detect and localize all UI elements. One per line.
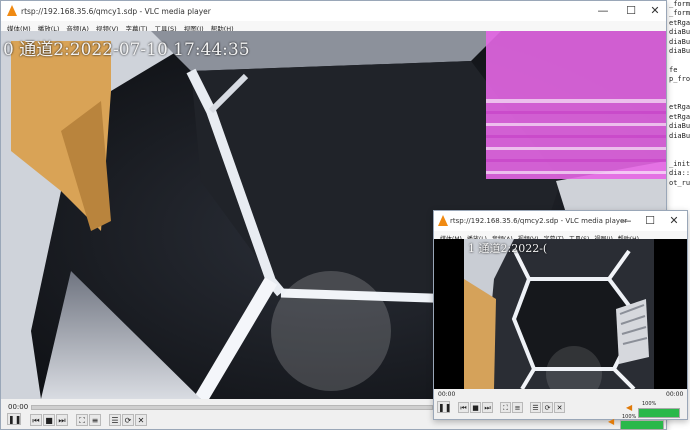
- play-pause-button[interactable]: ❚❚: [7, 413, 21, 425]
- editor-line: diaBuffe: [669, 122, 690, 131]
- editor-line: _format: [669, 0, 690, 8]
- loop-button[interactable]: ⟳: [122, 414, 134, 426]
- editor-line: diaBuffe: [669, 47, 690, 56]
- maximize-button[interactable]: ☐: [638, 211, 662, 231]
- editor-line: fe: [669, 65, 678, 74]
- editor-line: dia::get: [669, 169, 690, 178]
- window-title: rtsp://192.168.35.6/qmcy1.sdp - VLC medi…: [21, 7, 211, 16]
- editor-line: diaBuffe: [669, 37, 690, 46]
- title-bar[interactable]: rtsp://192.168.35.6/qmcy1.sdp - VLC medi…: [1, 1, 666, 21]
- magenta-artifact: [486, 31, 666, 179]
- fullscreen-button[interactable]: ⛶: [500, 402, 511, 413]
- fullscreen-button[interactable]: ⛶: [76, 414, 88, 426]
- video-area[interactable]: 1 通道2:2022-(: [434, 239, 687, 389]
- extended-settings-button[interactable]: ≡: [512, 402, 523, 413]
- stop-button[interactable]: ■: [43, 414, 55, 426]
- vlc-cone-icon: [438, 215, 448, 226]
- volume-slider[interactable]: [638, 408, 680, 418]
- editor-line: diaBuffe: [669, 28, 690, 37]
- play-pause-button[interactable]: ❚❚: [437, 401, 451, 413]
- title-bar[interactable]: rtsp://192.168.35.6/qmcy2.sdp - VLC medi…: [434, 211, 687, 231]
- editor-line: ot_run: [669, 178, 690, 187]
- editor-line: diaBuffe: [669, 131, 690, 140]
- close-button[interactable]: ✕: [641, 1, 669, 21]
- speaker-icon[interactable]: ◀: [608, 417, 614, 426]
- minimize-button[interactable]: —: [614, 211, 638, 231]
- elapsed-time: 00:00: [8, 403, 29, 411]
- shuffle-button[interactable]: ✕: [135, 414, 147, 426]
- close-button[interactable]: ✕: [662, 211, 686, 231]
- previous-button[interactable]: ⏮: [458, 402, 469, 413]
- next-button[interactable]: ⏭: [56, 414, 68, 426]
- editor-line: etRgaF: [669, 103, 690, 112]
- playlist-button[interactable]: ☰: [109, 414, 121, 426]
- editor-line: etRgaF: [669, 18, 690, 27]
- editor-line: _init: [669, 159, 690, 168]
- vlc-window-second: rtsp://192.168.35.6/qmcy2.sdp - VLC medi…: [433, 210, 688, 420]
- speaker-icon[interactable]: ◀: [626, 403, 632, 412]
- vlc-cone-icon: [7, 5, 17, 16]
- volume-level: [639, 409, 679, 417]
- volume-slider[interactable]: [620, 420, 664, 430]
- total-time: 00:00: [666, 391, 684, 398]
- camera-scene: [434, 239, 687, 389]
- next-button[interactable]: ⏭: [482, 402, 493, 413]
- minimize-button[interactable]: —: [589, 1, 617, 21]
- stop-button[interactable]: ■: [470, 402, 481, 413]
- elapsed-time: 00:00: [438, 391, 456, 398]
- shuffle-button[interactable]: ✕: [554, 402, 565, 413]
- seek-bar[interactable]: [31, 405, 433, 410]
- editor-line: etRgaF: [669, 112, 690, 121]
- playlist-button[interactable]: ☰: [530, 402, 541, 413]
- volume-level: [621, 421, 663, 429]
- video-timestamp-overlay: 1 通道2:2022-(: [468, 242, 548, 255]
- extended-settings-button[interactable]: ≡: [89, 414, 101, 426]
- loop-button[interactable]: ⟳: [542, 402, 553, 413]
- volume-percent: 100%: [642, 401, 657, 407]
- editor-line: _format: [669, 9, 690, 18]
- video-timestamp-overlay: 0 通道2:2022-07-10 17:44:35: [3, 40, 250, 60]
- previous-button[interactable]: ⏮: [30, 414, 42, 426]
- window-title: rtsp://192.168.35.6/qmcy2.sdp - VLC medi…: [450, 217, 628, 225]
- editor-line: p_from_: [669, 75, 690, 84]
